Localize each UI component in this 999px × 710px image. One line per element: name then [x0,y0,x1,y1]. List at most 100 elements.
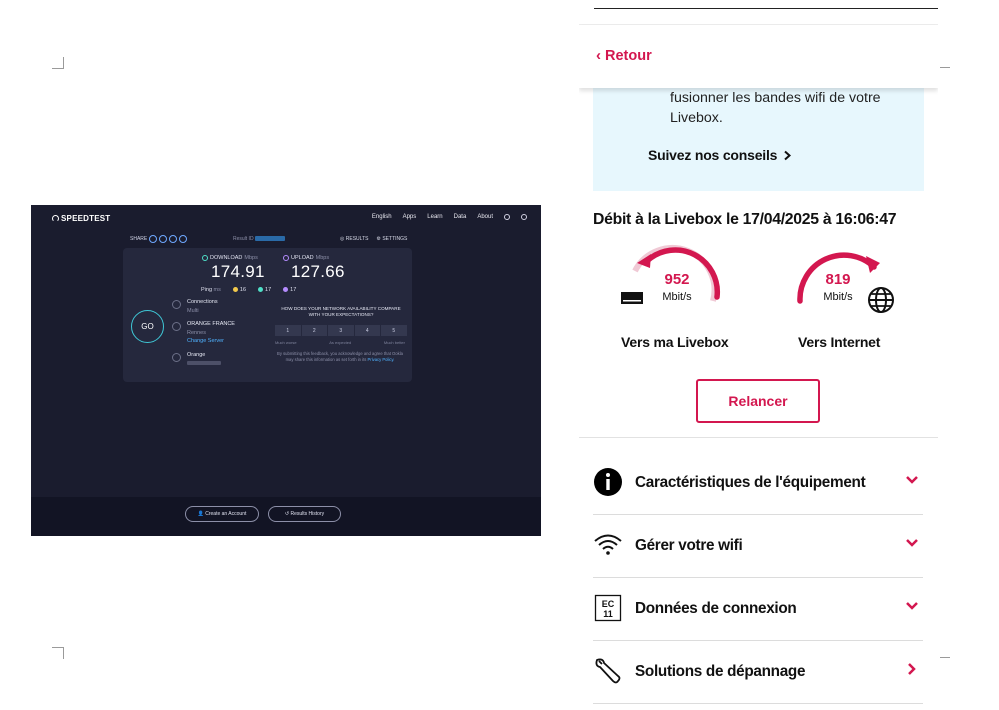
menu-item-troubleshooting[interactable]: Solutions de dépannage [593,641,923,703]
feedback-disclaimer: By submitting this feedback, you acknowl… [275,351,405,363]
change-server-link[interactable]: Change Server [187,338,224,344]
app-header: ‹ Retour [579,25,938,88]
gauge-internet-unit: Mbit/s [823,291,853,303]
nav-learn[interactable]: Learn [427,214,442,220]
back-label: Retour [605,47,652,64]
connections-label: Connections [187,299,218,305]
wifi-icon [593,530,623,560]
chevron-right-icon [908,663,916,675]
settings-button[interactable]: ⚙ SETTINGS [376,236,407,242]
share-facebook-icon[interactable] [169,235,178,243]
user-icon [172,353,181,362]
share-bar: SHARE [130,235,188,243]
help-icon[interactable] [504,214,510,220]
nav-apps[interactable]: Apps [403,214,417,220]
feedback-option-3[interactable]: 3 [328,325,354,336]
ping-unit: ms [213,287,221,293]
download-label: DOWNLOAD Mbps [202,255,258,261]
nav-about[interactable]: About [477,214,493,220]
livebox-router-icon [621,292,643,304]
connections-icon [172,300,181,309]
share-twitter-icon[interactable] [159,235,168,243]
crop-mark [940,56,950,68]
privacy-policy-link[interactable]: Privacy Policy. [368,357,395,362]
ping-label: Ping ms [201,287,221,293]
download-value: 174.91 [211,262,265,281]
feedback-option-5[interactable]: 5 [381,325,407,336]
results-history-label: Results History [290,511,325,517]
result-id-redacted[interactable] [254,236,285,242]
feedback-option-1[interactable]: 1 [275,325,301,336]
ping-label-text: Ping [201,287,213,293]
menu-item-wifi[interactable]: Gérer votre wifi [593,515,923,577]
gauge-livebox-unit: Mbit/s [662,291,692,303]
go-label: GO [141,322,154,331]
relaunch-label: Relancer [728,393,788,409]
speedtest-nav: English Apps Learn Data About [372,214,527,220]
share-label: SHARE [130,236,148,242]
relaunch-button[interactable]: Relancer [696,379,820,423]
banner-text: fusionner les bandes wifi de votre Liveb… [670,90,881,126]
results-history-button[interactable]: ↺ Results History [268,506,341,522]
menu-item-connection-data-label: Données de connexion [635,600,797,617]
feedback-option-4[interactable]: 4 [354,325,380,336]
chevron-down-icon [906,539,918,547]
speedtest-screenshot: SPEEDTEST English Apps Learn Data About … [31,205,541,536]
scale-high-label: Much better [383,340,405,345]
top-divider [594,8,938,9]
create-account-button[interactable]: 👤 Create an Account [185,506,259,522]
share-more-icon[interactable] [179,235,188,243]
crop-mark [52,57,64,69]
settings-label: SETTINGS [382,236,408,242]
gauge-livebox-value: 952 [664,271,690,288]
menu-item-wifi-label: Gérer votre wifi [635,537,743,554]
feedback-scale-labels: Much worse As expected Much better [275,340,405,345]
results-button[interactable]: ◎ RESULTS [340,236,368,242]
go-button[interactable]: GO [131,310,164,343]
upload-label-text: UPLOAD [291,255,314,261]
chevron-left-icon: ‹ [596,47,601,64]
download-icon [202,255,208,261]
result-id-label: Result ID [233,236,254,242]
back-button[interactable]: ‹ Retour [596,47,652,64]
menu-item-connection-data[interactable]: EC 11 Données de connexion [593,578,923,640]
feedback-option-2[interactable]: 2 [301,325,327,336]
menu-item-equipment[interactable]: Caractéristiques de l'équipement [593,452,923,514]
ping-upload-value: 17 [290,287,297,293]
menu-divider [593,703,923,704]
share-link-icon[interactable] [149,235,158,243]
banner-cta-link[interactable]: Suivez nos conseils [648,147,792,163]
debit-title: Débit à la Livebox le 17/04/2025 à 16:06… [593,211,897,228]
speedtest-header: SPEEDTEST English Apps Learn Data About [31,205,541,231]
gauge-internet-label: Vers Internet [798,334,881,350]
menu-item-equipment-label: Caractéristiques de l'équipement [635,474,866,491]
speedtest-logo-text: SPEEDTEST [61,214,111,223]
feedback-question: HOW DOES YOUR NETWORK AVAILABILITY COMPA… [281,306,401,317]
speedtest-logo[interactable]: SPEEDTEST [52,214,110,223]
chevron-right-icon [784,150,792,160]
ping-idle-value: 16 [239,287,247,293]
ec-code-icon: EC 11 [593,593,623,623]
nav-data[interactable]: Data [454,214,467,220]
gauge-internet: 819 Mbit/s [786,241,906,341]
speedtest-footer: 👤 Create an Account ↺ Results History [31,497,541,536]
chevron-down-icon [906,476,918,484]
server-name: ORANGE FRANCE [187,321,235,327]
ping-download-value: 17 [265,287,272,293]
upload-icon [283,255,289,261]
ping-upload-icon [283,287,289,293]
feedback-scale: 1 2 3 4 5 [275,325,407,336]
svg-text:11: 11 [603,609,613,619]
ping-download: 17 [258,287,271,293]
upload-unit: Mbps [315,255,330,261]
wifi-tips-banner: fusionner les bandes wifi de votre Liveb… [593,88,924,191]
chevron-down-icon [906,602,918,610]
ping-download-icon [258,287,264,293]
speedtest-result-card: DOWNLOAD Mbps UPLOAD Mbps 174.91 127.66 … [123,248,412,382]
create-account-label: Create an Account [205,511,247,517]
connections-value[interactable]: Multi [187,308,199,314]
nav-language[interactable]: English [372,214,392,220]
result-tools: ◎ RESULTS ⚙ SETTINGS [340,236,407,242]
user-icon[interactable] [521,214,527,220]
ping-upload: 17 [283,287,296,293]
